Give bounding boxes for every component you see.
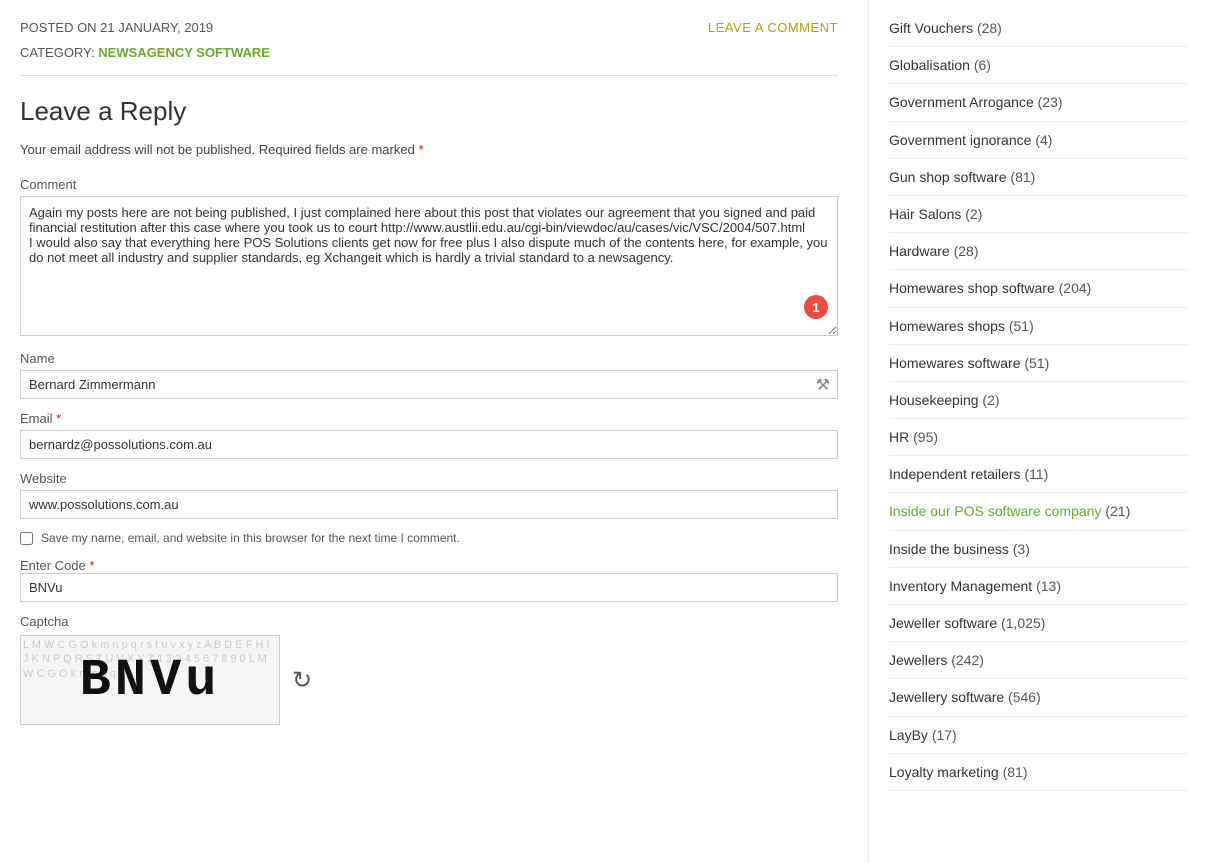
required-notice: Required fields are marked *	[259, 142, 424, 157]
enter-code-group: Enter Code *	[20, 557, 838, 602]
comment-wrapper: Again my posts here are not being publis…	[20, 196, 838, 339]
list-item: LayBy (17)	[889, 717, 1189, 754]
list-item: Homewares software (51)	[889, 345, 1189, 382]
sidebar-link[interactable]: Independent retailers (11)	[889, 466, 1048, 482]
list-item: Government ignorance (4)	[889, 122, 1189, 159]
post-date: POSTED ON 21 JANUARY, 2019	[20, 20, 213, 35]
sidebar-link[interactable]: HR (95)	[889, 429, 938, 445]
comment-badge: 1	[804, 295, 828, 319]
sidebar-link[interactable]: Inventory Management (13)	[889, 578, 1061, 594]
list-item: Hardware (28)	[889, 233, 1189, 270]
email-group: Email *	[20, 411, 838, 459]
list-item: Inside our POS software company (21)	[889, 493, 1189, 530]
email-notice: Your email address will not be published…	[20, 142, 838, 157]
list-item: Hair Salons (2)	[889, 196, 1189, 233]
name-label: Name	[20, 351, 838, 366]
leave-reply-title: Leave a Reply	[20, 96, 838, 127]
sidebar-link[interactable]: Hair Salons (2)	[889, 206, 982, 222]
email-required-star: *	[56, 411, 61, 426]
captcha-refresh-icon[interactable]: ↻	[292, 666, 312, 695]
comment-label: Comment	[20, 177, 838, 192]
list-item: Homewares shops (51)	[889, 308, 1189, 345]
list-item: Government Arrogance (23)	[889, 84, 1189, 121]
sidebar-link[interactable]: Globalisation (6)	[889, 57, 991, 73]
comment-textarea[interactable]: Again my posts here are not being publis…	[20, 196, 838, 336]
divider	[20, 75, 838, 76]
sidebar-link[interactable]: Gift Vouchers (28)	[889, 20, 1002, 36]
captcha-section: Captcha L M W C G O k m n p q r s t u v …	[20, 614, 838, 725]
captcha-row: L M W C G O k m n p q r s t u v x y z A …	[20, 635, 838, 725]
sidebar-link[interactable]: Hardware (28)	[889, 243, 979, 259]
list-item: Jewellers (242)	[889, 642, 1189, 679]
sidebar-link[interactable]: Housekeeping (2)	[889, 392, 1000, 408]
list-item: Gift Vouchers (28)	[889, 10, 1189, 47]
sidebar-link[interactable]: Government Arrogance (23)	[889, 94, 1063, 110]
sidebar-link[interactable]: Jeweller software (1,025)	[889, 615, 1045, 631]
sidebar-link[interactable]: Loyalty marketing (81)	[889, 764, 1028, 780]
sidebar: Gift Vouchers (28) Globalisation (6) Gov…	[869, 0, 1209, 863]
post-meta: POSTED ON 21 JANUARY, 2019 LEAVE A COMME…	[20, 20, 838, 35]
save-checkbox[interactable]	[20, 532, 33, 545]
sidebar-link[interactable]: Inside the business (3)	[889, 541, 1030, 557]
website-label: Website	[20, 471, 838, 486]
main-content: POSTED ON 21 JANUARY, 2019 LEAVE A COMME…	[0, 0, 869, 863]
sidebar-link[interactable]: Homewares software (51)	[889, 355, 1049, 371]
captcha-image: L M W C G O k m n p q r s t u v x y z A …	[20, 635, 280, 725]
captcha-label: Captcha	[20, 614, 838, 629]
email-label: Email *	[20, 411, 838, 426]
list-item: Inventory Management (13)	[889, 568, 1189, 605]
code-required-star: *	[89, 558, 94, 573]
required-star: *	[418, 142, 423, 157]
sidebar-link[interactable]: Homewares shops (51)	[889, 318, 1034, 334]
website-group: Website	[20, 471, 838, 519]
comment-group: Comment Again my posts here are not bein…	[20, 177, 838, 339]
name-input[interactable]	[20, 370, 838, 399]
leave-comment-link[interactable]: LEAVE A COMMENT	[708, 20, 838, 35]
list-item: Homewares shop software (204)	[889, 270, 1189, 307]
category-label: CATEGORY:	[20, 45, 95, 60]
sidebar-link[interactable]: LayBy (17)	[889, 727, 957, 743]
list-item: Housekeeping (2)	[889, 382, 1189, 419]
category-line: CATEGORY: NEWSAGENCY SOFTWARE	[20, 45, 838, 60]
sidebar-link[interactable]: Jewellers (242)	[889, 652, 984, 668]
list-item: Jewellery software (546)	[889, 679, 1189, 716]
sidebar-list: Gift Vouchers (28) Globalisation (6) Gov…	[889, 10, 1189, 791]
list-item: Loyalty marketing (81)	[889, 754, 1189, 791]
list-item: HR (95)	[889, 419, 1189, 456]
list-item: Globalisation (6)	[889, 47, 1189, 84]
name-group: Name ⚒	[20, 351, 838, 399]
sidebar-link[interactable]: Gun shop software (81)	[889, 169, 1035, 185]
name-input-wrapper: ⚒	[20, 370, 838, 399]
sidebar-link[interactable]: Jewellery software (546)	[889, 689, 1041, 705]
enter-code-label: Enter Code *	[20, 558, 94, 573]
email-input[interactable]	[20, 430, 838, 459]
sidebar-link[interactable]: Government ignorance (4)	[889, 132, 1052, 148]
list-item: Jeweller software (1,025)	[889, 605, 1189, 642]
sidebar-link[interactable]: Homewares shop software (204)	[889, 280, 1091, 296]
list-item: Inside the business (3)	[889, 531, 1189, 568]
list-item: Gun shop software (81)	[889, 159, 1189, 196]
save-checkbox-label: Save my name, email, and website in this…	[41, 531, 460, 545]
save-checkbox-row: Save my name, email, and website in this…	[20, 531, 838, 545]
page-layout: POSTED ON 21 JANUARY, 2019 LEAVE A COMME…	[0, 0, 1209, 863]
enter-code-input[interactable]	[20, 573, 838, 602]
category-link[interactable]: NEWSAGENCY SOFTWARE	[98, 45, 270, 60]
sidebar-link-active[interactable]: Inside our POS software company (21)	[889, 503, 1130, 519]
list-item: Independent retailers (11)	[889, 456, 1189, 493]
captcha-main-text: BNVu	[80, 651, 221, 710]
website-input[interactable]	[20, 490, 838, 519]
person-icon: ⚒	[816, 375, 830, 395]
